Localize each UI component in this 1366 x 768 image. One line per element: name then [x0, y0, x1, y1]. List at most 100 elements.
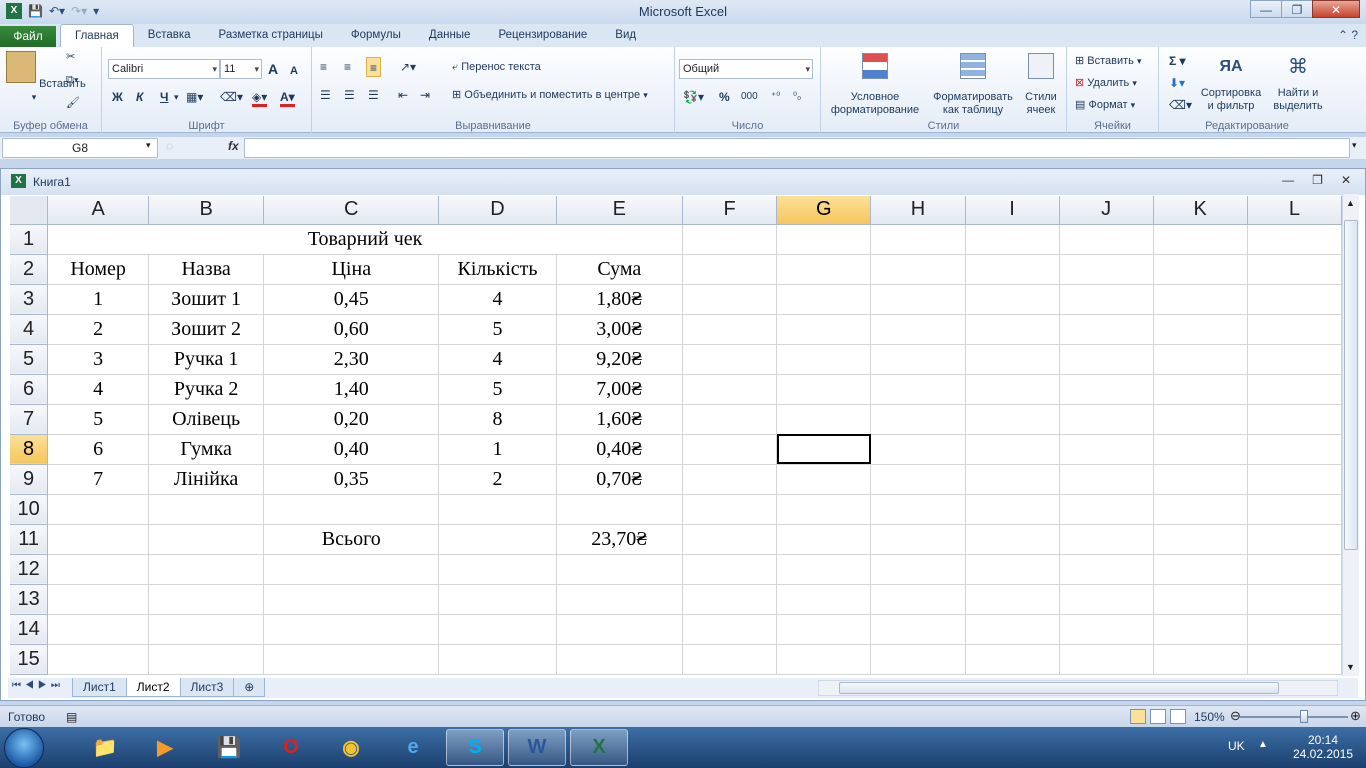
- column-header-d[interactable]: D: [438, 196, 557, 225]
- cell[interactable]: [47, 644, 150, 675]
- thousands-button[interactable]: 000: [741, 87, 758, 107]
- cell[interactable]: [870, 644, 966, 675]
- insert-cells-button[interactable]: ⊞ Вставить ▾: [1075, 51, 1142, 71]
- cell[interactable]: [1059, 524, 1154, 555]
- column-header-a[interactable]: A: [47, 196, 150, 225]
- cell[interactable]: [1153, 554, 1248, 585]
- cell[interactable]: [1247, 584, 1342, 615]
- cell[interactable]: 7,00₴: [556, 374, 684, 405]
- cell[interactable]: [776, 404, 872, 435]
- cell[interactable]: [682, 404, 778, 435]
- column-header-i[interactable]: I: [965, 196, 1060, 225]
- formula-bar-handle-icon[interactable]: ◌: [166, 139, 173, 153]
- cell[interactable]: 5: [47, 404, 150, 435]
- skype-icon[interactable]: S: [446, 729, 504, 766]
- title-cell[interactable]: Товарний чек: [47, 224, 684, 255]
- cell[interactable]: 2: [47, 314, 150, 345]
- cell[interactable]: [1059, 314, 1154, 345]
- cell[interactable]: [1153, 404, 1248, 435]
- cell[interactable]: [965, 434, 1060, 465]
- cell[interactable]: Ручка 2: [148, 374, 265, 405]
- cell[interactable]: [1247, 434, 1342, 465]
- formula-input[interactable]: [244, 138, 1350, 158]
- cell[interactable]: Номер: [47, 254, 150, 285]
- cell[interactable]: 1,60₴: [556, 404, 684, 435]
- tab-formulas[interactable]: Формулы: [337, 24, 415, 47]
- cell[interactable]: 3: [47, 344, 150, 375]
- tab-review[interactable]: Рецензирование: [484, 24, 601, 47]
- tab-home[interactable]: Главная: [60, 24, 134, 47]
- select-all-corner[interactable]: [10, 196, 49, 225]
- row-header[interactable]: 9: [10, 464, 49, 495]
- cell[interactable]: [965, 344, 1060, 375]
- row-header[interactable]: 12: [10, 554, 49, 585]
- cell[interactable]: [1153, 374, 1248, 405]
- cell[interactable]: 2,30: [263, 344, 440, 375]
- cell[interactable]: [1247, 404, 1342, 435]
- cell[interactable]: [1247, 614, 1342, 645]
- media-player-icon[interactable]: ▶: [136, 729, 194, 766]
- insert-sheet-icon[interactable]: ⊕: [233, 678, 266, 697]
- cell[interactable]: [47, 494, 150, 525]
- cell[interactable]: [1247, 314, 1342, 345]
- cell[interactable]: [776, 554, 872, 585]
- internet-explorer-icon[interactable]: e: [384, 729, 442, 766]
- opera-icon[interactable]: O: [262, 729, 320, 766]
- cell[interactable]: [965, 464, 1060, 495]
- cell[interactable]: [1247, 374, 1342, 405]
- cell[interactable]: Гумка: [148, 434, 265, 465]
- cell[interactable]: 1,80₴: [556, 284, 684, 315]
- sheet-nav-icons[interactable]: ⏮◀▶⏭: [12, 680, 64, 691]
- cell[interactable]: [1059, 404, 1154, 435]
- cell[interactable]: 9,20₴: [556, 344, 684, 375]
- cell[interactable]: 6: [47, 434, 150, 465]
- cell[interactable]: [438, 584, 557, 615]
- cell[interactable]: [1153, 344, 1248, 375]
- cell[interactable]: [870, 254, 966, 285]
- cell[interactable]: [1153, 494, 1248, 525]
- cell[interactable]: [556, 554, 684, 585]
- cell[interactable]: [438, 614, 557, 645]
- cell[interactable]: [965, 524, 1060, 555]
- cell[interactable]: [870, 284, 966, 315]
- cell[interactable]: 23,70₴: [556, 524, 684, 555]
- align-right-icon[interactable]: ☰: [368, 85, 379, 105]
- decrease-decimal-icon[interactable]: ⁰₀: [793, 87, 801, 107]
- zoom-level[interactable]: 150%: [1194, 710, 1225, 724]
- cell[interactable]: [47, 524, 150, 555]
- cell[interactable]: 5: [438, 374, 557, 405]
- cell[interactable]: [776, 254, 872, 285]
- cell[interactable]: Сума: [556, 254, 684, 285]
- cell[interactable]: [965, 404, 1060, 435]
- cell[interactable]: 0,40₴: [556, 434, 684, 465]
- cell[interactable]: [965, 314, 1060, 345]
- increase-decimal-icon[interactable]: ⁺⁰: [771, 87, 780, 107]
- cell[interactable]: [1153, 284, 1248, 315]
- decrease-indent-icon[interactable]: ⇤: [398, 85, 408, 105]
- row-header[interactable]: 13: [10, 584, 49, 615]
- cell[interactable]: 0,70₴: [556, 464, 684, 495]
- vertical-scrollbar[interactable]: ▲ ▼: [1342, 194, 1359, 676]
- cell[interactable]: [1059, 584, 1154, 615]
- zoom-out-icon[interactable]: ⊖: [1230, 708, 1241, 724]
- cell[interactable]: Назва: [148, 254, 265, 285]
- cell[interactable]: 4: [47, 374, 150, 405]
- cell[interactable]: [263, 584, 440, 615]
- column-header-e[interactable]: E: [556, 196, 684, 225]
- row-header[interactable]: 3: [10, 284, 49, 315]
- cell[interactable]: [1059, 224, 1154, 255]
- eraser-icon[interactable]: ⌫▾: [220, 87, 243, 107]
- cell[interactable]: [965, 494, 1060, 525]
- cell[interactable]: [870, 494, 966, 525]
- scroll-up-icon[interactable]: ▲: [1346, 198, 1355, 208]
- cell[interactable]: [776, 494, 872, 525]
- cell[interactable]: [263, 554, 440, 585]
- cell[interactable]: [870, 464, 966, 495]
- format-cells-button[interactable]: ▤ Формат ▾: [1075, 95, 1135, 115]
- cell[interactable]: [1153, 224, 1248, 255]
- expand-formula-bar-icon[interactable]: ▾: [1352, 140, 1357, 151]
- cell[interactable]: [776, 344, 872, 375]
- cell[interactable]: [47, 554, 150, 585]
- cell[interactable]: [1153, 464, 1248, 495]
- tab-insert[interactable]: Вставка: [134, 24, 205, 47]
